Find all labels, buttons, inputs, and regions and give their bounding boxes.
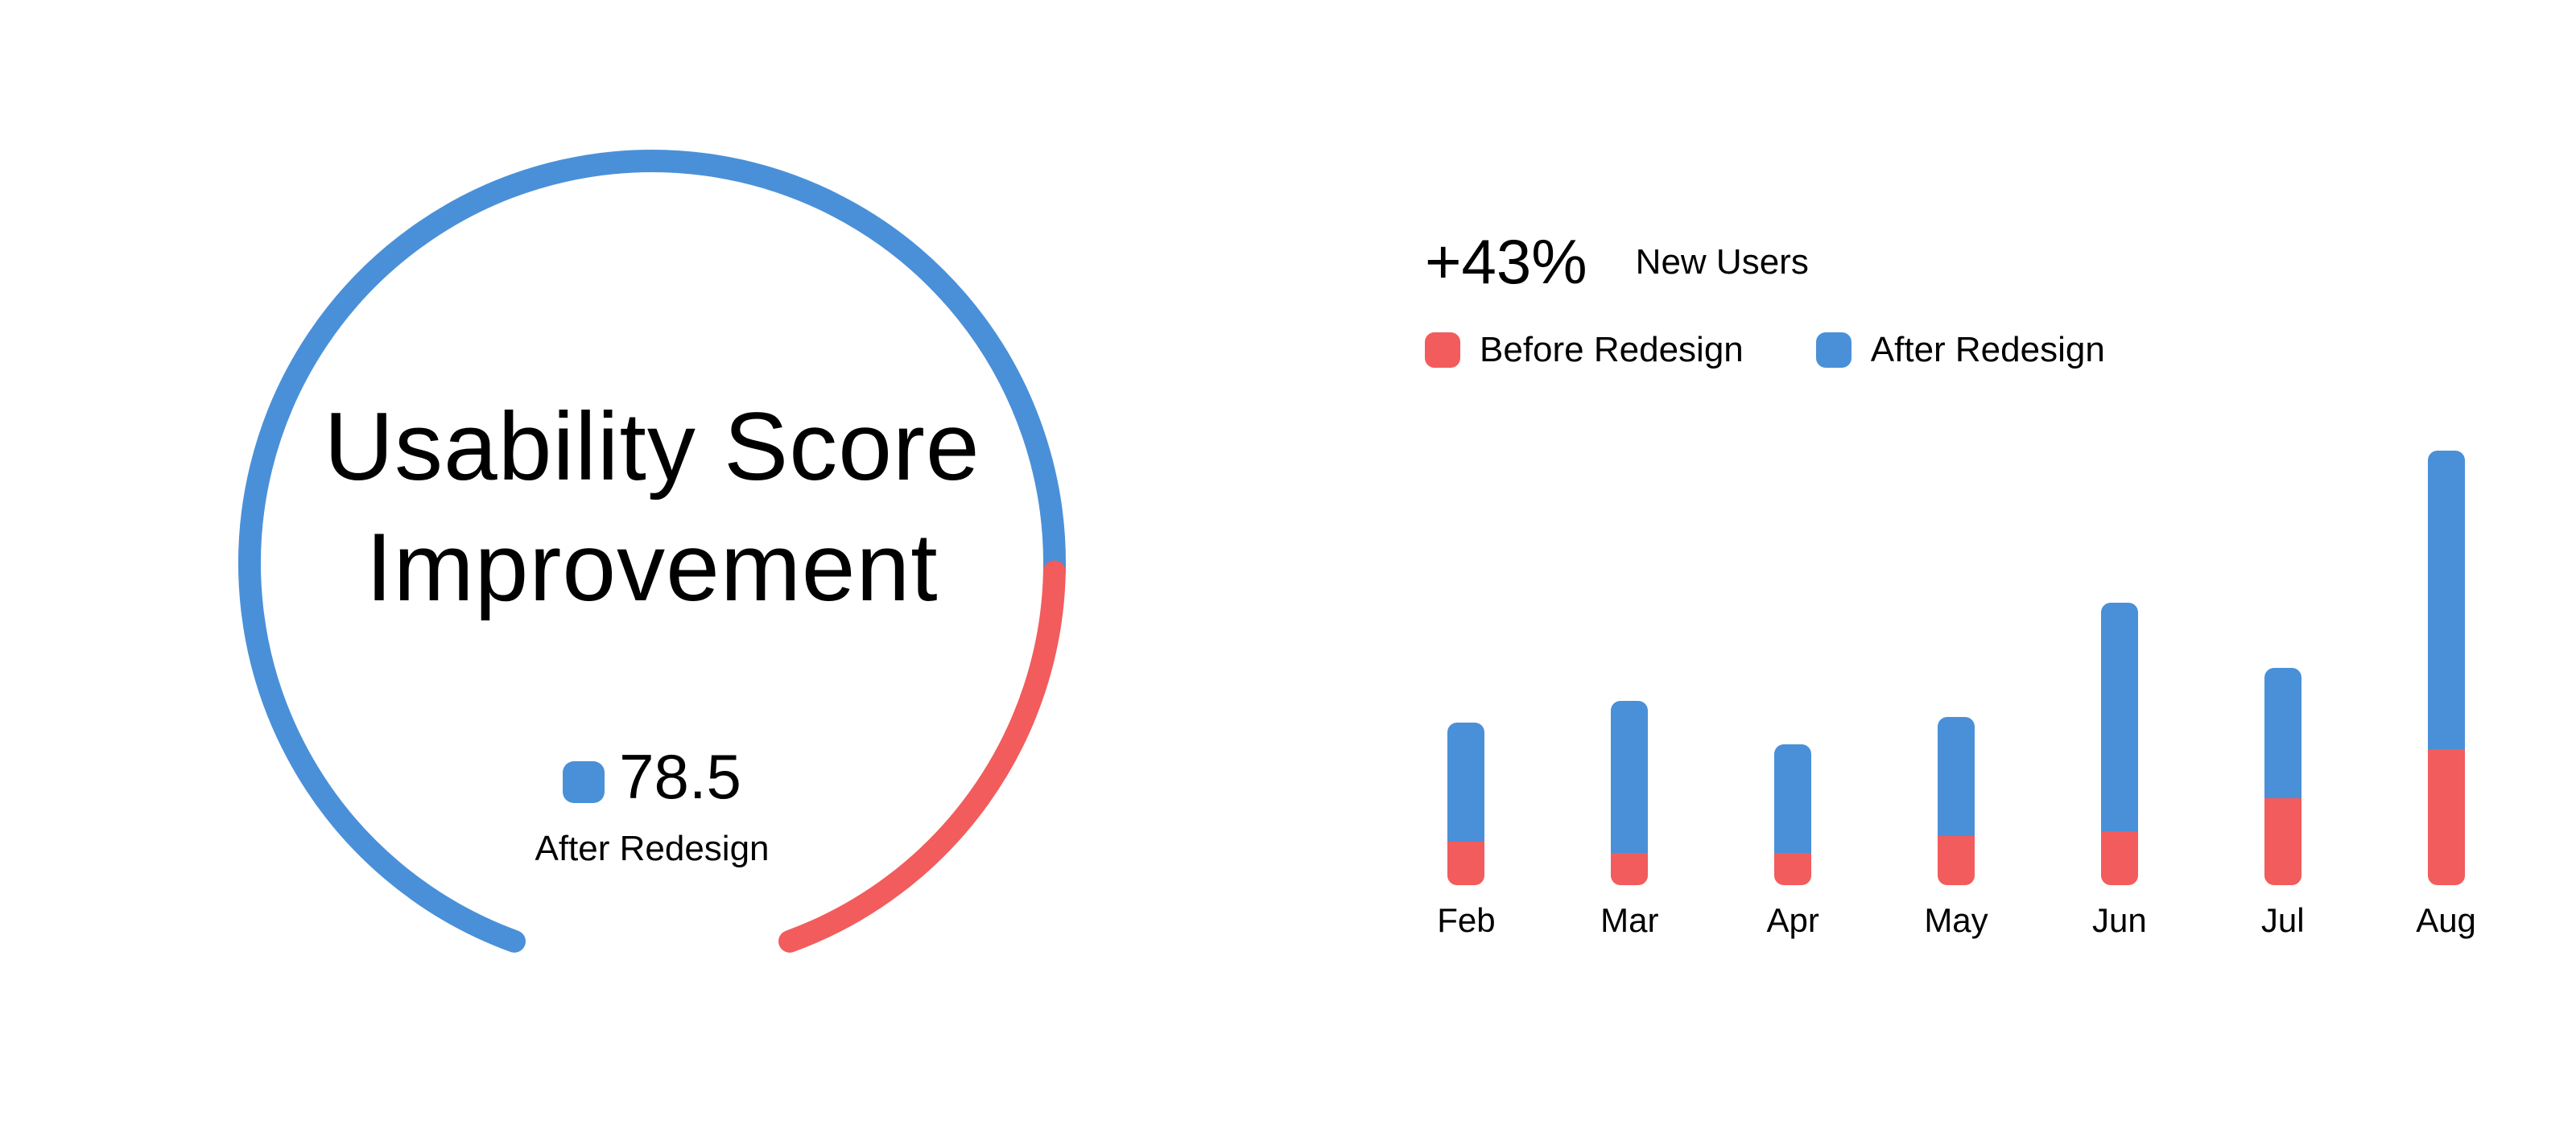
bar-chart: Feb Mar Apr May Jun Jul Aug (1385, 451, 2528, 941)
bar-column (2101, 603, 2138, 885)
bar-panel: +43% New Users Before Redesign After Rede… (1288, 0, 2576, 1133)
bar-category-label: May (1884, 901, 2029, 940)
gauge-title-line1: Usability Score (324, 393, 980, 501)
bar-category-label: Feb (1393, 901, 1538, 940)
bar-column (2264, 668, 2301, 885)
legend-label: Before Redesign (1480, 330, 1744, 370)
bar-category-label: Apr (1720, 901, 1865, 940)
bar-segment-after (1447, 723, 1484, 843)
gauge-value-swatch (563, 761, 605, 803)
gauge-title: Usability Score Improvement (209, 386, 1095, 628)
bar-column (1447, 723, 1484, 886)
legend: Before Redesign After Redesign (1425, 330, 2105, 370)
gauge-value-label: After Redesign (209, 829, 1095, 869)
bar-segment-after (2101, 603, 2138, 831)
bar-column (1774, 744, 1811, 886)
bar-category-label: Aug (2374, 901, 2519, 940)
bar-segment-before (2101, 831, 2138, 886)
legend-label: After Redesign (1871, 330, 2105, 370)
bar-segment-after (2428, 451, 2465, 749)
metric-value: +43% (1425, 225, 1587, 299)
bar-segment-after (1938, 717, 1975, 837)
bar-column (2428, 451, 2465, 885)
bar-segment-before (1447, 842, 1484, 885)
bar-column (1611, 701, 1648, 886)
bar-segment-before (1938, 836, 1975, 885)
gauge-value-row: 78.5 (209, 740, 1095, 814)
gauge-value: 78.5 (619, 741, 741, 812)
bar-category-label: Mar (1557, 901, 1702, 940)
gauge-panel: Usability Score Improvement 78.5 After R… (0, 0, 1288, 1133)
bar-category-label: Jun (2047, 901, 2192, 940)
bar-segment-after (1611, 701, 1648, 853)
legend-swatch (1425, 332, 1460, 368)
metric-row: +43% New Users (1425, 225, 1809, 299)
metric-label: New Users (1636, 242, 1809, 282)
bar-segment-after (2264, 668, 2301, 798)
bar-segment-after (1774, 744, 1811, 853)
bar-segment-before (1774, 853, 1811, 886)
gauge-title-line2: Improvement (365, 513, 938, 621)
legend-swatch (1816, 332, 1852, 368)
bar-category-label: Jul (2211, 901, 2355, 940)
legend-item: Before Redesign (1425, 330, 1744, 370)
bar-segment-before (2428, 749, 2465, 885)
bar-column (1938, 717, 1975, 885)
bar-segment-before (1611, 853, 1648, 886)
legend-item: After Redesign (1816, 330, 2105, 370)
bar-segment-before (2264, 798, 2301, 885)
